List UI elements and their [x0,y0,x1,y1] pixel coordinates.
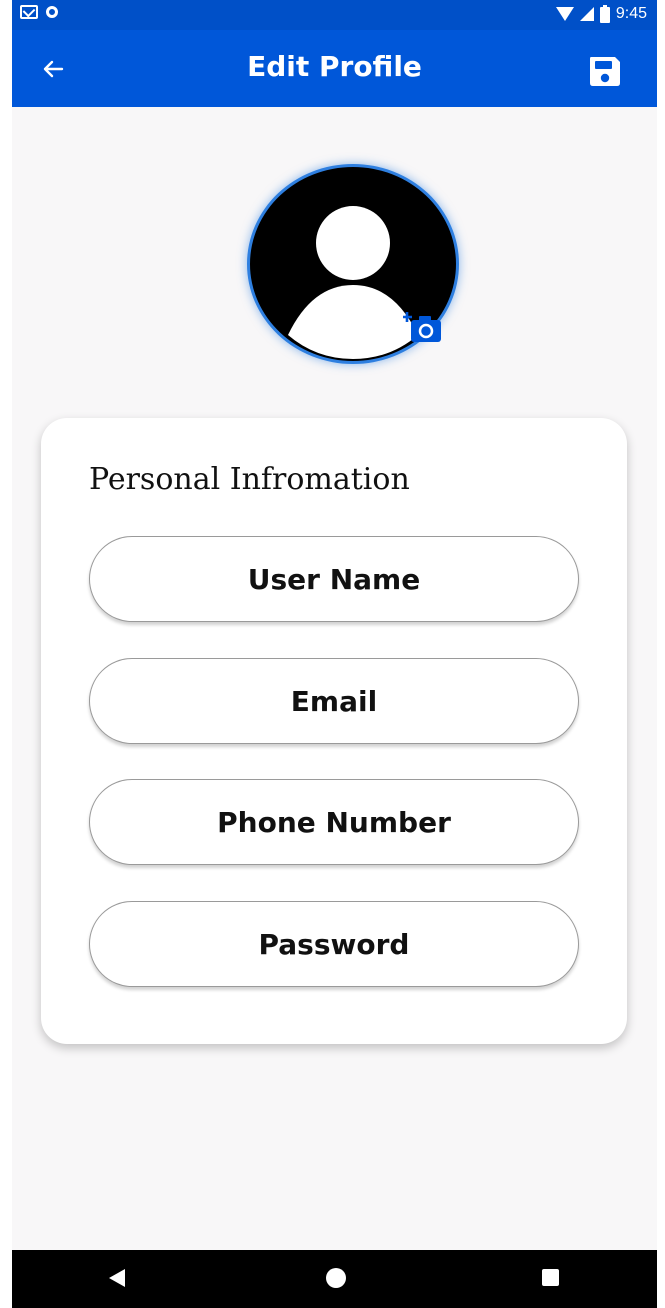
status-time: 9:45 [615,5,647,22]
personal-info-card: Personal Infromation User Name Email Pho… [41,418,627,1044]
email-field[interactable]: Email [89,658,579,744]
username-field[interactable]: User Name [89,536,579,622]
phone-screen: 9:45 Edit Profile Personal Infromation U… [12,0,657,1308]
personal-info-heading: Personal Infromation [89,462,410,497]
battery-icon [599,5,610,23]
phone-number-field[interactable]: Phone Number [89,779,579,865]
status-bar: 9:45 [12,0,657,30]
gmail-icon [20,5,38,19]
password-field[interactable]: Password [89,901,579,987]
email-placeholder: Email [290,684,378,718]
save-button[interactable] [587,53,623,89]
add-camera-icon [402,312,441,342]
profile-avatar[interactable] [247,164,459,364]
signal-icon [579,7,594,21]
status-right-icons: 9:45 [555,5,647,23]
nav-recents-icon[interactable] [542,1269,559,1286]
username-placeholder: User Name [247,562,421,596]
nav-home-icon[interactable] [326,1268,346,1288]
system-nav-bar [12,1250,657,1308]
save-floppy-icon [590,57,620,86]
nav-back-icon[interactable] [109,1269,125,1287]
password-placeholder: Password [258,927,410,961]
status-left-icons [20,5,58,19]
sync-icon [46,6,58,18]
change-photo-button[interactable] [402,310,443,346]
app-bar: Edit Profile [12,30,657,107]
page-title: Edit Profile [247,50,422,83]
phone-number-placeholder: Phone Number [217,805,451,839]
wifi-icon [555,7,574,21]
